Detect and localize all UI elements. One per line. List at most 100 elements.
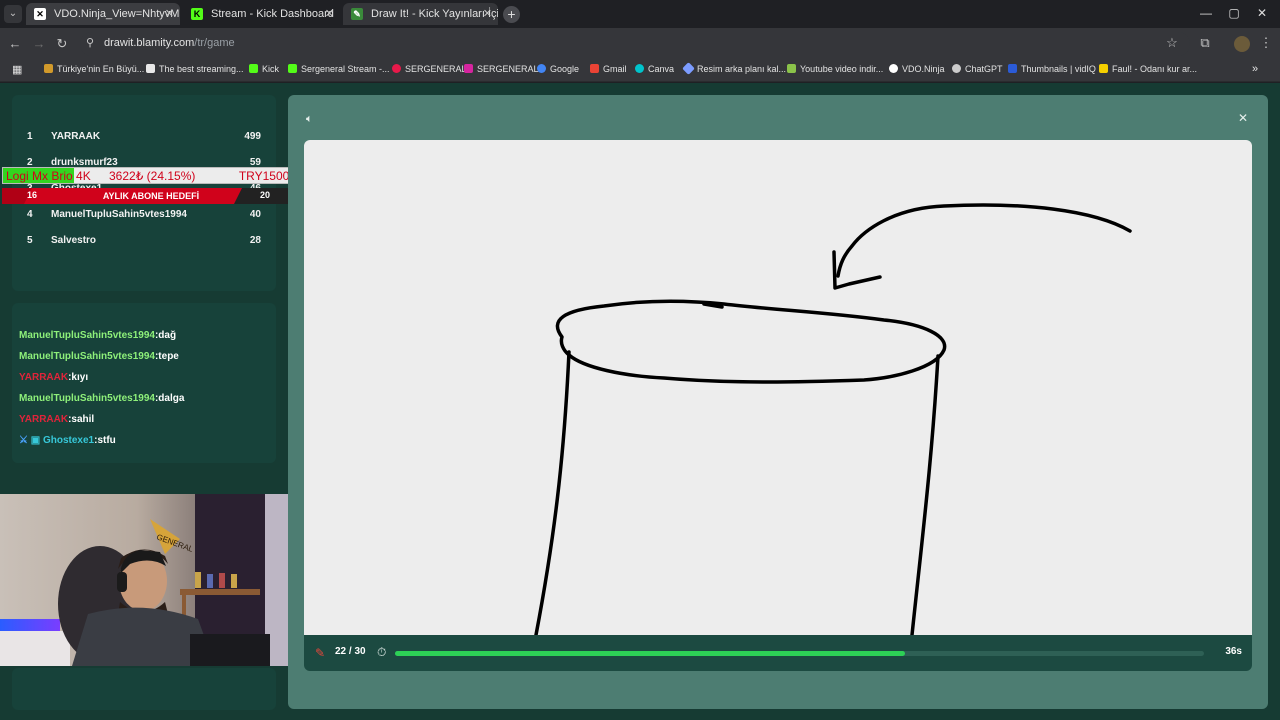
youtube-icon: [392, 64, 401, 73]
rank: 1: [27, 131, 33, 142]
new-tab-button[interactable]: +: [503, 6, 520, 23]
bookmark-star-icon[interactable]: ☆: [1163, 35, 1181, 51]
site-info-icon[interactable]: ⚲: [86, 36, 94, 49]
bookmark-item[interactable]: Resim arka planı kal...: [682, 62, 786, 75]
kick-icon: [288, 64, 297, 73]
tab-title: VDO.Ninja_View=NhtyvMS: [54, 8, 180, 20]
cylinder-left-stroke: [534, 350, 571, 635]
bookmark-item[interactable]: SERGENERAL: [464, 64, 539, 74]
canva-icon: [635, 64, 644, 73]
url-text[interactable]: drawit.blamity.com/tr/game: [104, 37, 235, 49]
bookmark-label: Google: [550, 64, 580, 74]
timer-progress-fill: [395, 651, 905, 656]
tab-search-button[interactable]: ⌄: [4, 5, 22, 23]
bookmark-item[interactable]: SERGENERAL: [392, 64, 467, 74]
vdo-ninja-icon: ✕: [34, 8, 46, 20]
browser-tab-kick-dashboard[interactable]: K Stream - Kick Dashboard ✕: [183, 3, 340, 25]
leaderboard-row: 5 Salvestro 28: [27, 235, 261, 249]
tab-strip: ⌄ ✕ VDO.Ninja_View=NhtyvMS ✕ K Stream - …: [0, 0, 1280, 28]
back-arrow-icon[interactable]: ←: [6, 35, 24, 53]
address-bar[interactable]: ⚲ drawit.blamity.com/tr/game: [80, 32, 1190, 56]
chat-message: ManuelTupluSahin5vtes1994:dağ: [19, 330, 176, 341]
browser-tab-vdo-ninja[interactable]: ✕ VDO.Ninja_View=NhtyvMS ✕: [26, 3, 180, 25]
bookmark-item[interactable]: Canva: [635, 64, 674, 74]
menu-icon[interactable]: ⋮: [1257, 35, 1275, 51]
arrow-stroke: [836, 203, 1132, 278]
vidiq-icon: [1008, 64, 1017, 73]
goal-amount: 3622₺ (24.15%): [109, 169, 196, 183]
stopwatch-icon: ⏱︎: [377, 645, 387, 659]
chat-message: ManuelTupluSahin5vtes1994:dalga: [19, 393, 184, 404]
chat-text: :dalga: [154, 393, 185, 404]
bookmark-item[interactable]: Sergeneral Stream -...: [288, 64, 390, 74]
bookmark-item[interactable]: Kick: [249, 64, 279, 74]
player-name: Salvestro: [51, 235, 97, 246]
bookmark-item[interactable]: Faul! - Odanı kur ar...: [1099, 64, 1197, 74]
player-score: 499: [244, 131, 261, 142]
bookmark-label: VDO.Ninja: [902, 64, 945, 74]
banner-label: AYLIK ABONE HEDEFİ: [102, 191, 200, 201]
tab-title: Stream - Kick Dashboard: [211, 8, 334, 20]
reload-icon[interactable]: ↻: [53, 35, 71, 53]
browser-tab-draw-it[interactable]: ✎ Draw It! - Kick Yayınları İçin Çiz ✕: [343, 3, 498, 25]
faul-icon: [1099, 64, 1108, 73]
close-icon[interactable]: ✕: [165, 3, 174, 25]
bookmark-item[interactable]: VDO.Ninja: [889, 64, 945, 74]
close-icon[interactable]: ✕: [1238, 111, 1248, 125]
chat-message: YARRAAK:kıyı: [19, 372, 88, 383]
draw-it-icon: ✎: [351, 8, 363, 20]
google-icon: [537, 64, 546, 73]
chat-text: :sahil: [68, 414, 95, 425]
minimize-button[interactable]: —: [1198, 6, 1214, 20]
maximize-button[interactable]: ▢: [1226, 6, 1242, 20]
drawing-strokes: [534, 203, 1132, 635]
chat-message: YARRAAK:sahil: [19, 414, 94, 425]
streamer-camera-image: GENERAL: [0, 494, 304, 666]
bookmark-label: Youtube video indir...: [800, 64, 884, 74]
bookmark-favicon: [44, 64, 53, 73]
chat-user[interactable]: ManuelTupluSahin5vtes1994: [19, 330, 155, 341]
apps-grid-icon[interactable]: ▦: [12, 63, 22, 76]
og-badge-icon: ▣: [30, 435, 41, 446]
bookmark-label: Canva: [648, 64, 675, 74]
timer-progress-bar: [395, 651, 1204, 656]
close-icon[interactable]: ✕: [483, 3, 492, 25]
speaker-icon[interactable]: 🔈︎: [306, 113, 313, 126]
bookmark-item[interactable]: Google: [537, 64, 579, 74]
chat-user[interactable]: ManuelTupluSahin5vtes1994: [19, 351, 155, 362]
bookmark-item[interactable]: ChatGPT: [952, 64, 1003, 74]
player-name: ManuelTupluSahin5vtes1994: [51, 209, 187, 220]
chat-user[interactable]: YARRAAK: [19, 372, 68, 383]
chat-user[interactable]: YARRAAK: [19, 414, 68, 425]
webcam-feed: GENERAL: [0, 494, 304, 666]
bookmark-item[interactable]: The best streaming...: [146, 64, 244, 74]
instagram-icon: [464, 64, 473, 73]
drawing-canvas[interactable]: [304, 140, 1252, 635]
bookmark-label: Thumbnails | vidIQ: [1021, 64, 1096, 74]
bookmark-item[interactable]: Youtube video indir...: [787, 64, 883, 74]
chat-text: :dağ: [154, 330, 177, 341]
bookmarks-bar: ▦ Türkiye'nin En Büyü... The best stream…: [0, 60, 1280, 82]
tab-title: Draw It! - Kick Yayınları İçin Çiz: [371, 8, 498, 20]
bookmark-item[interactable]: Gmail: [590, 64, 627, 74]
profile-avatar[interactable]: [1234, 36, 1250, 52]
url-path: /tr/game: [194, 37, 235, 49]
bookmark-label: ChatGPT: [965, 64, 1003, 74]
extensions-icon[interactable]: ⧉: [1196, 35, 1214, 51]
forward-arrow-icon[interactable]: →: [30, 35, 48, 53]
more-bookmarks-icon[interactable]: »: [1252, 63, 1258, 75]
round-counter: 22 / 30: [335, 646, 366, 657]
bookmark-label: SERGENERAL: [477, 64, 539, 74]
chat-text: :tepe: [154, 351, 179, 362]
close-icon[interactable]: ✕: [325, 3, 334, 25]
bookmark-item[interactable]: Türkiye'nin En Büyü...: [44, 64, 144, 74]
window-close-button[interactable]: ✕: [1254, 6, 1270, 20]
chat-user[interactable]: Ghostexe1: [43, 435, 94, 446]
bookmark-item[interactable]: Thumbnails | vidIQ: [1008, 64, 1096, 74]
banner-goal: 20: [260, 190, 271, 200]
sub-goal-banner: AYLIK ABONE HEDEFİ 16 20: [2, 188, 300, 204]
bookmark-label: Kick: [262, 64, 280, 74]
kick-icon: K: [191, 8, 203, 20]
chat-user[interactable]: ManuelTupluSahin5vtes1994: [19, 393, 155, 404]
gmail-icon: [590, 64, 599, 73]
